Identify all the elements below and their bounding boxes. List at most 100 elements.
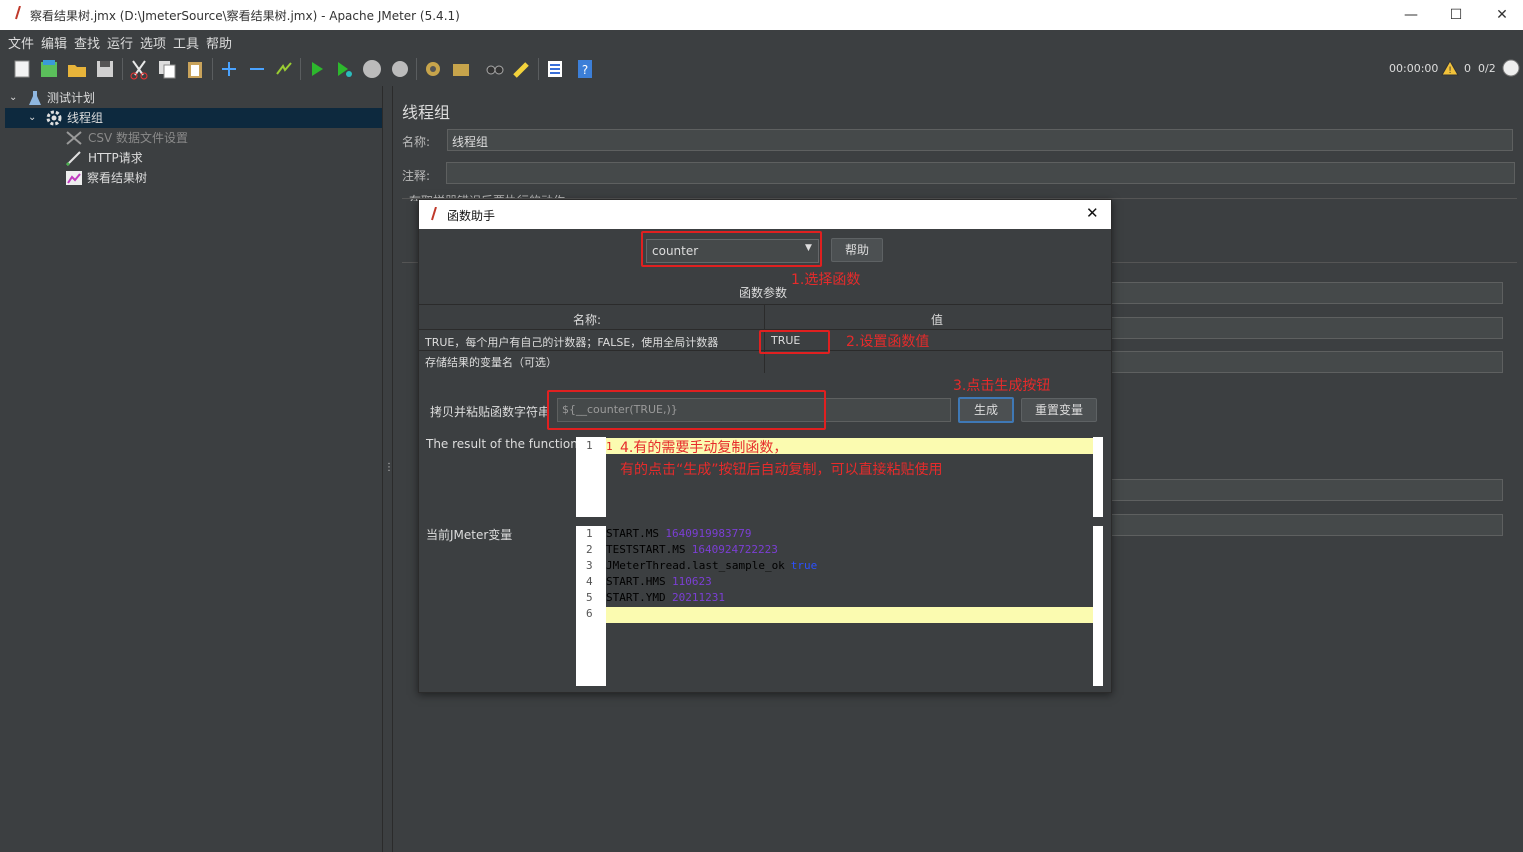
- var-value: 1640924722223: [691, 543, 778, 556]
- function-helper-dialog: 函数助手 ✕ counter ▼ 帮助 1.选择函数 函数参数 名称: 值 TR…: [418, 199, 1112, 693]
- warning-icon[interactable]: !: [1441, 60, 1459, 76]
- var-line: 4 START.HMS 110623: [576, 576, 1093, 592]
- annotation-step1: 1.选择函数: [791, 272, 861, 288]
- toggle-icon[interactable]: [273, 58, 295, 80]
- var-line-no: 4: [586, 575, 593, 588]
- var-key: JMeterThread.last_sample_ok: [606, 559, 785, 572]
- copy-icon[interactable]: [156, 58, 178, 80]
- save-icon[interactable]: [94, 58, 116, 80]
- start-icon[interactable]: [306, 58, 328, 80]
- search-icon[interactable]: [484, 58, 506, 80]
- dialog-close-icon[interactable]: ✕: [1086, 204, 1099, 222]
- dialog-title: 函数助手: [447, 209, 496, 223]
- shutdown-icon[interactable]: [389, 58, 411, 80]
- result-scrollbar[interactable]: [1093, 437, 1103, 517]
- result-gutter: 1: [576, 437, 606, 517]
- help-button[interactable]: 帮助: [831, 238, 883, 262]
- menu-edit[interactable]: 编辑: [41, 33, 67, 52]
- test-plan-tree: ⌄ 测试计划 ⌄ 线程组 CSV 数据文件设置 HTTP请求 察看结果树 ⋮: [5, 86, 394, 852]
- chevron-down-icon[interactable]: ⌄: [9, 88, 17, 108]
- name-field[interactable]: 线程组: [447, 129, 1513, 151]
- params-header-value[interactable]: 值: [931, 311, 943, 328]
- var-key: TESTSTART.MS: [606, 543, 686, 556]
- param-name-1[interactable]: TRUE，每个用户有自己的计数器；FALSE，使用全局计数器: [425, 334, 718, 350]
- result-value: 1: [606, 440, 613, 453]
- flask-icon: [29, 91, 41, 105]
- name-field-value: 线程组: [452, 135, 489, 149]
- menu-search[interactable]: 查找: [74, 33, 100, 52]
- toolbar: ? 00:00:00 ! 0 0/2: [0, 52, 1523, 86]
- stop-icon[interactable]: [361, 58, 383, 80]
- result-line-no: 1: [586, 439, 593, 452]
- generate-button[interactable]: 生成: [958, 397, 1014, 423]
- comment-field[interactable]: [446, 162, 1515, 184]
- function-params-label: 函数参数: [739, 286, 788, 300]
- vars-scrollbar[interactable]: [1093, 526, 1103, 686]
- tree-item-label: 测试计划: [47, 91, 96, 105]
- menu-tools[interactable]: 工具: [173, 33, 199, 52]
- loop-field[interactable]: [1111, 351, 1503, 373]
- svg-text:?: ?: [582, 63, 588, 77]
- var-line: 3 JMeterThread.last_sample_ok true: [576, 560, 1093, 576]
- chart-icon: [66, 171, 82, 185]
- maximize-button[interactable]: ☐: [1441, 5, 1471, 25]
- annotation-box-2: [759, 330, 830, 354]
- window-title-bar: 察看结果树.jmx (D:\JmeterSource\察看结果树.jmx) - …: [0, 0, 1523, 30]
- tree-item-test-plan[interactable]: ⌄ 测试计划: [5, 88, 382, 108]
- paste-icon[interactable]: [184, 58, 206, 80]
- reset-variables-button[interactable]: 重置变量: [1021, 398, 1097, 422]
- vars-editor[interactable]: 1 START.MS 1640919983779 2 TESTSTART.MS 16409…: [576, 526, 1103, 686]
- var-line: 6: [576, 608, 1093, 624]
- var-line: 1 START.MS 1640919983779: [576, 528, 1093, 544]
- tree-item-http[interactable]: HTTP请求: [5, 148, 382, 168]
- tree-item-csv[interactable]: CSV 数据文件设置: [5, 128, 382, 148]
- annotation-step4a: 4.有的需要手动复制函数，: [620, 440, 788, 456]
- help-icon[interactable]: ?: [574, 58, 596, 80]
- dialog-title-bar: 函数助手 ✕: [419, 200, 1111, 229]
- tree-item-thread-group[interactable]: ⌄ 线程组: [5, 108, 382, 128]
- menu-file[interactable]: 文件: [8, 33, 34, 52]
- comment-label: 注释:: [402, 169, 431, 183]
- threads-field[interactable]: [1111, 282, 1503, 304]
- jmeter-logo-icon: [15, 6, 21, 20]
- expand-icon[interactable]: [218, 58, 240, 80]
- duration-field[interactable]: [1111, 479, 1503, 501]
- minimize-button[interactable]: —: [1396, 5, 1426, 25]
- var-value: 1640919983779: [665, 527, 752, 540]
- function-helper-icon[interactable]: [544, 58, 566, 80]
- delay-field[interactable]: [1111, 514, 1503, 536]
- tree-item-label: HTTP请求: [88, 151, 143, 165]
- params-header-name[interactable]: 名称:: [573, 311, 601, 328]
- rampup-field[interactable]: [1111, 317, 1503, 339]
- vars-label: 当前JMeter变量: [426, 528, 513, 542]
- templates-icon[interactable]: [38, 58, 60, 80]
- annotation-step2: 2.设置函数值: [846, 334, 930, 350]
- cut-icon[interactable]: [128, 58, 150, 80]
- reset-search-icon[interactable]: [511, 58, 533, 80]
- var-line-no: 6: [586, 607, 593, 620]
- tree-item-view-results[interactable]: 察看结果树: [5, 168, 382, 188]
- start-no-pauses-icon[interactable]: [333, 58, 355, 80]
- open-icon[interactable]: [66, 58, 88, 80]
- menu-options[interactable]: 选项: [140, 33, 166, 52]
- clear-icon[interactable]: [422, 58, 444, 80]
- close-window-button[interactable]: ✕: [1487, 5, 1517, 25]
- clear-all-icon[interactable]: [450, 58, 472, 80]
- menu-help[interactable]: 帮助: [206, 33, 232, 52]
- new-icon[interactable]: [11, 58, 33, 80]
- var-line-no: 2: [586, 543, 593, 556]
- splitter-handle[interactable]: ⋮: [384, 462, 394, 476]
- chevron-down-icon[interactable]: ⌄: [28, 108, 36, 128]
- var-key: START.HMS: [606, 575, 666, 588]
- var-line-no: 3: [586, 559, 593, 572]
- annotation-step3: 3.点击生成按钮: [953, 378, 1051, 394]
- var-value: true: [790, 559, 818, 572]
- param-name-2[interactable]: 存储结果的变量名（可选）: [425, 354, 557, 370]
- var-key: START.YMD: [606, 591, 666, 604]
- annotation-box-3: [547, 390, 826, 430]
- var-line-no: 1: [586, 527, 593, 540]
- globe-icon[interactable]: [1501, 58, 1521, 78]
- menu-run[interactable]: 运行: [107, 33, 133, 52]
- window-title: 察看结果树.jmx (D:\JmeterSource\察看结果树.jmx) - …: [30, 9, 460, 23]
- collapse-icon[interactable]: [246, 58, 268, 80]
